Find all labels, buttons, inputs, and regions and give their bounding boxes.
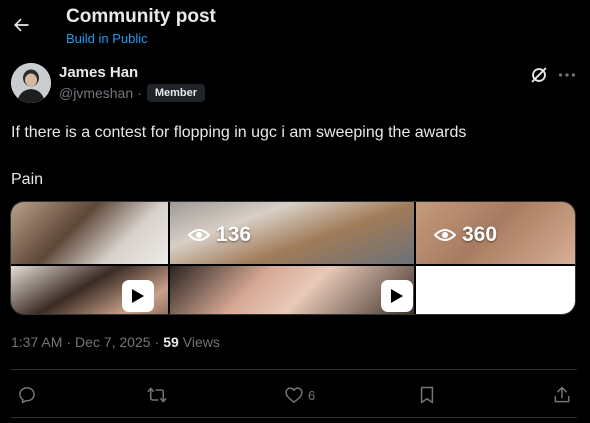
eye-icon <box>434 229 456 241</box>
media-tile[interactable]: 360 <box>416 202 575 264</box>
views-label: Views <box>182 334 220 350</box>
post-date[interactable]: Dec 7, 2025 <box>75 334 151 350</box>
media-tile[interactable] <box>11 266 168 314</box>
post-text-line: Pain <box>11 171 44 188</box>
more-icon <box>558 73 576 77</box>
separator: · <box>137 85 142 101</box>
play-icon <box>391 289 403 303</box>
post-text: If there is a contest for flopping in ug… <box>11 121 571 191</box>
author-meta: @jvmeshan · Member <box>59 84 205 102</box>
author-handle[interactable]: @jvmeshan <box>59 85 133 101</box>
separator: · <box>66 334 72 350</box>
view-count-overlay: 136 <box>188 223 251 247</box>
author-name[interactable]: James Han <box>59 64 138 81</box>
media-grid: 136 360 <box>10 201 576 315</box>
play-button[interactable] <box>381 280 413 312</box>
separator: · <box>154 334 160 350</box>
view-count: 136 <box>216 223 252 246</box>
views-count: 59 <box>163 334 179 350</box>
member-badge: Member <box>146 84 205 102</box>
media-tile[interactable]: 136 <box>170 202 414 264</box>
reply-icon <box>19 387 35 404</box>
view-count-overlay: 360 <box>434 223 497 247</box>
media-tile[interactable] <box>11 202 168 264</box>
post-time[interactable]: 1:37 AM <box>11 334 62 350</box>
repost-icon <box>147 387 167 403</box>
back-button[interactable] <box>8 8 34 42</box>
bookmark-icon <box>420 386 434 404</box>
grok-icon <box>531 67 547 83</box>
play-button[interactable] <box>122 280 154 312</box>
share-icon <box>554 386 570 403</box>
share-button[interactable] <box>552 383 572 407</box>
eye-icon <box>188 229 210 241</box>
divider <box>11 369 577 370</box>
play-icon <box>132 289 144 303</box>
more-button[interactable] <box>556 64 578 86</box>
like-count: 6 <box>308 387 316 403</box>
media-tile[interactable] <box>170 266 414 314</box>
reply-button[interactable] <box>17 383 37 407</box>
community-link[interactable]: Build in Public <box>66 31 148 46</box>
bookmark-button[interactable] <box>417 383 437 407</box>
like-button[interactable]: 6 <box>284 383 315 407</box>
media-tile[interactable] <box>416 266 575 314</box>
page-title: Community post <box>66 6 216 27</box>
divider <box>11 417 577 418</box>
grok-button[interactable] <box>528 64 550 86</box>
header: Community post Build in Public <box>0 0 590 56</box>
like-icon <box>285 387 303 403</box>
post-text-line: If there is a contest for flopping in ug… <box>11 124 467 141</box>
post-meta: 1:37 AM · Dec 7, 2025 · 59 Views <box>11 334 220 350</box>
view-count: 360 <box>462 223 498 246</box>
avatar[interactable] <box>11 63 51 103</box>
repost-button[interactable] <box>147 383 167 407</box>
back-arrow-icon <box>14 18 29 32</box>
action-bar: 6 <box>0 383 590 409</box>
